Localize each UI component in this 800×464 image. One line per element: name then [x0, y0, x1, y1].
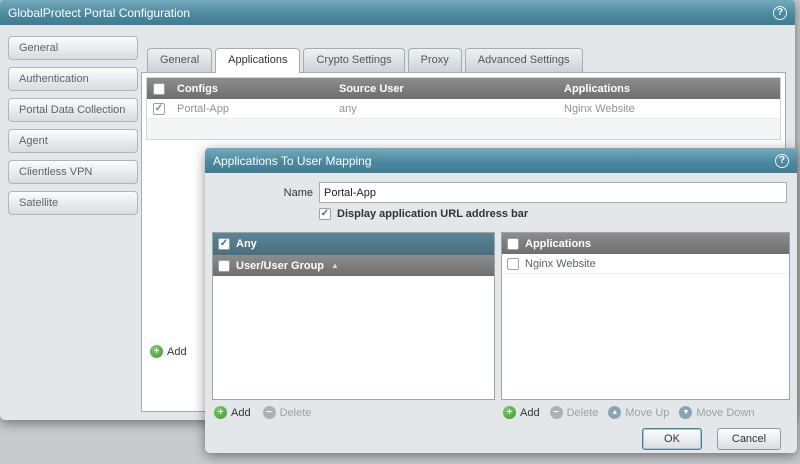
user-group-header-label: User/User Group	[236, 260, 324, 272]
applications-select-all-checkbox[interactable]	[507, 238, 519, 250]
column-header-source-user[interactable]: Source User	[333, 83, 558, 95]
mapping-dialog-title: Applications To User Mapping	[213, 154, 775, 168]
column-header-configs[interactable]: Configs	[171, 83, 333, 95]
user-delete-label: Delete	[280, 407, 312, 419]
user-group-header[interactable]: User/User Group ▲	[213, 255, 494, 276]
portal-add-label: Add	[167, 346, 187, 358]
application-delete-label: Delete	[567, 407, 599, 419]
user-delete-button[interactable]: − Delete	[263, 406, 312, 419]
sidebar-item-authentication[interactable]: Authentication	[8, 67, 138, 91]
select-all-checkbox[interactable]	[153, 83, 165, 95]
portal-tabs: General Applications Crypto Settings Pro…	[147, 48, 786, 72]
display-url-checkbox[interactable]	[319, 208, 331, 220]
portal-dialog-title: GlobalProtect Portal Configuration	[8, 6, 773, 20]
any-checkbox[interactable]	[218, 238, 230, 250]
move-down-label: Move Down	[696, 407, 754, 419]
application-add-button[interactable]: + Add	[503, 406, 540, 419]
configs-table-header: Configs Source User Applications	[147, 78, 780, 99]
plus-icon: +	[503, 406, 516, 419]
sidebar-item-satellite[interactable]: Satellite	[8, 191, 138, 215]
application-add-label: Add	[520, 407, 540, 419]
sidebar-item-general[interactable]: General	[8, 36, 138, 60]
cell-configs[interactable]: Portal-App	[171, 103, 333, 115]
applications-toolbar: + Add − Delete ▲ Move Up ▼ Move Down	[503, 406, 754, 419]
application-row-checkbox[interactable]	[507, 258, 519, 270]
portal-dialog-titlebar: GlobalProtect Portal Configuration ?	[0, 0, 795, 25]
sort-asc-icon: ▲	[331, 261, 339, 270]
cell-applications: Nginx Website	[558, 103, 780, 115]
any-label: Any	[236, 238, 257, 250]
arrow-down-icon: ▼	[679, 406, 692, 419]
arrow-up-icon: ▲	[608, 406, 621, 419]
display-url-option[interactable]: Display application URL address bar	[319, 208, 528, 220]
application-row-label: Nginx Website	[525, 258, 596, 270]
portal-add-button[interactable]: + Add	[150, 345, 187, 358]
cell-source-user: any	[333, 103, 558, 115]
minus-icon: −	[263, 406, 276, 419]
minus-icon: −	[550, 406, 563, 419]
user-group-select-all-checkbox[interactable]	[218, 260, 230, 272]
applications-header[interactable]: Applications	[502, 233, 789, 254]
any-row[interactable]: Any	[213, 233, 494, 255]
help-icon[interactable]: ?	[773, 6, 787, 20]
ok-button[interactable]: OK	[642, 428, 702, 450]
table-row[interactable]: Portal-App any Nginx Website	[147, 99, 780, 119]
plus-icon: +	[150, 345, 163, 358]
tab-applications[interactable]: Applications	[215, 48, 300, 73]
move-up-label: Move Up	[625, 407, 669, 419]
tab-advanced-settings[interactable]: Advanced Settings	[465, 48, 583, 72]
sidebar-item-portal-data-collection[interactable]: Portal Data Collection	[8, 98, 138, 122]
list-item[interactable]: Nginx Website	[502, 254, 789, 274]
user-add-button[interactable]: + Add	[214, 406, 251, 419]
sidebar-item-clientless-vpn[interactable]: Clientless VPN	[8, 160, 138, 184]
tab-general[interactable]: General	[147, 48, 212, 72]
move-up-button[interactable]: ▲ Move Up	[608, 406, 669, 419]
move-down-button[interactable]: ▼ Move Down	[679, 406, 754, 419]
help-icon[interactable]: ?	[775, 154, 789, 168]
applications-to-user-mapping-dialog: Applications To User Mapping ? Name Disp…	[205, 148, 797, 453]
applications-header-label: Applications	[525, 238, 591, 250]
portal-sidebar: General Authentication Portal Data Colle…	[8, 36, 138, 215]
cancel-button[interactable]: Cancel	[717, 428, 781, 450]
application-delete-button[interactable]: − Delete	[550, 406, 599, 419]
tab-crypto-settings[interactable]: Crypto Settings	[303, 48, 404, 72]
mapping-dialog-titlebar: Applications To User Mapping ?	[205, 148, 797, 173]
user-group-panel: Any User/User Group ▲	[212, 232, 495, 400]
sidebar-item-agent[interactable]: Agent	[8, 129, 138, 153]
configs-table: Configs Source User Applications Portal-…	[146, 77, 781, 140]
user-add-label: Add	[231, 407, 251, 419]
display-url-label: Display application URL address bar	[337, 208, 528, 220]
user-group-toolbar: + Add − Delete	[214, 406, 311, 419]
column-header-applications[interactable]: Applications	[558, 83, 780, 95]
name-label: Name	[205, 187, 313, 199]
name-input[interactable]	[319, 182, 787, 203]
row-checkbox[interactable]	[153, 103, 165, 115]
tab-proxy[interactable]: Proxy	[408, 48, 462, 72]
table-row-empty	[147, 119, 780, 139]
applications-panel: Applications Nginx Website	[501, 232, 790, 400]
plus-icon: +	[214, 406, 227, 419]
